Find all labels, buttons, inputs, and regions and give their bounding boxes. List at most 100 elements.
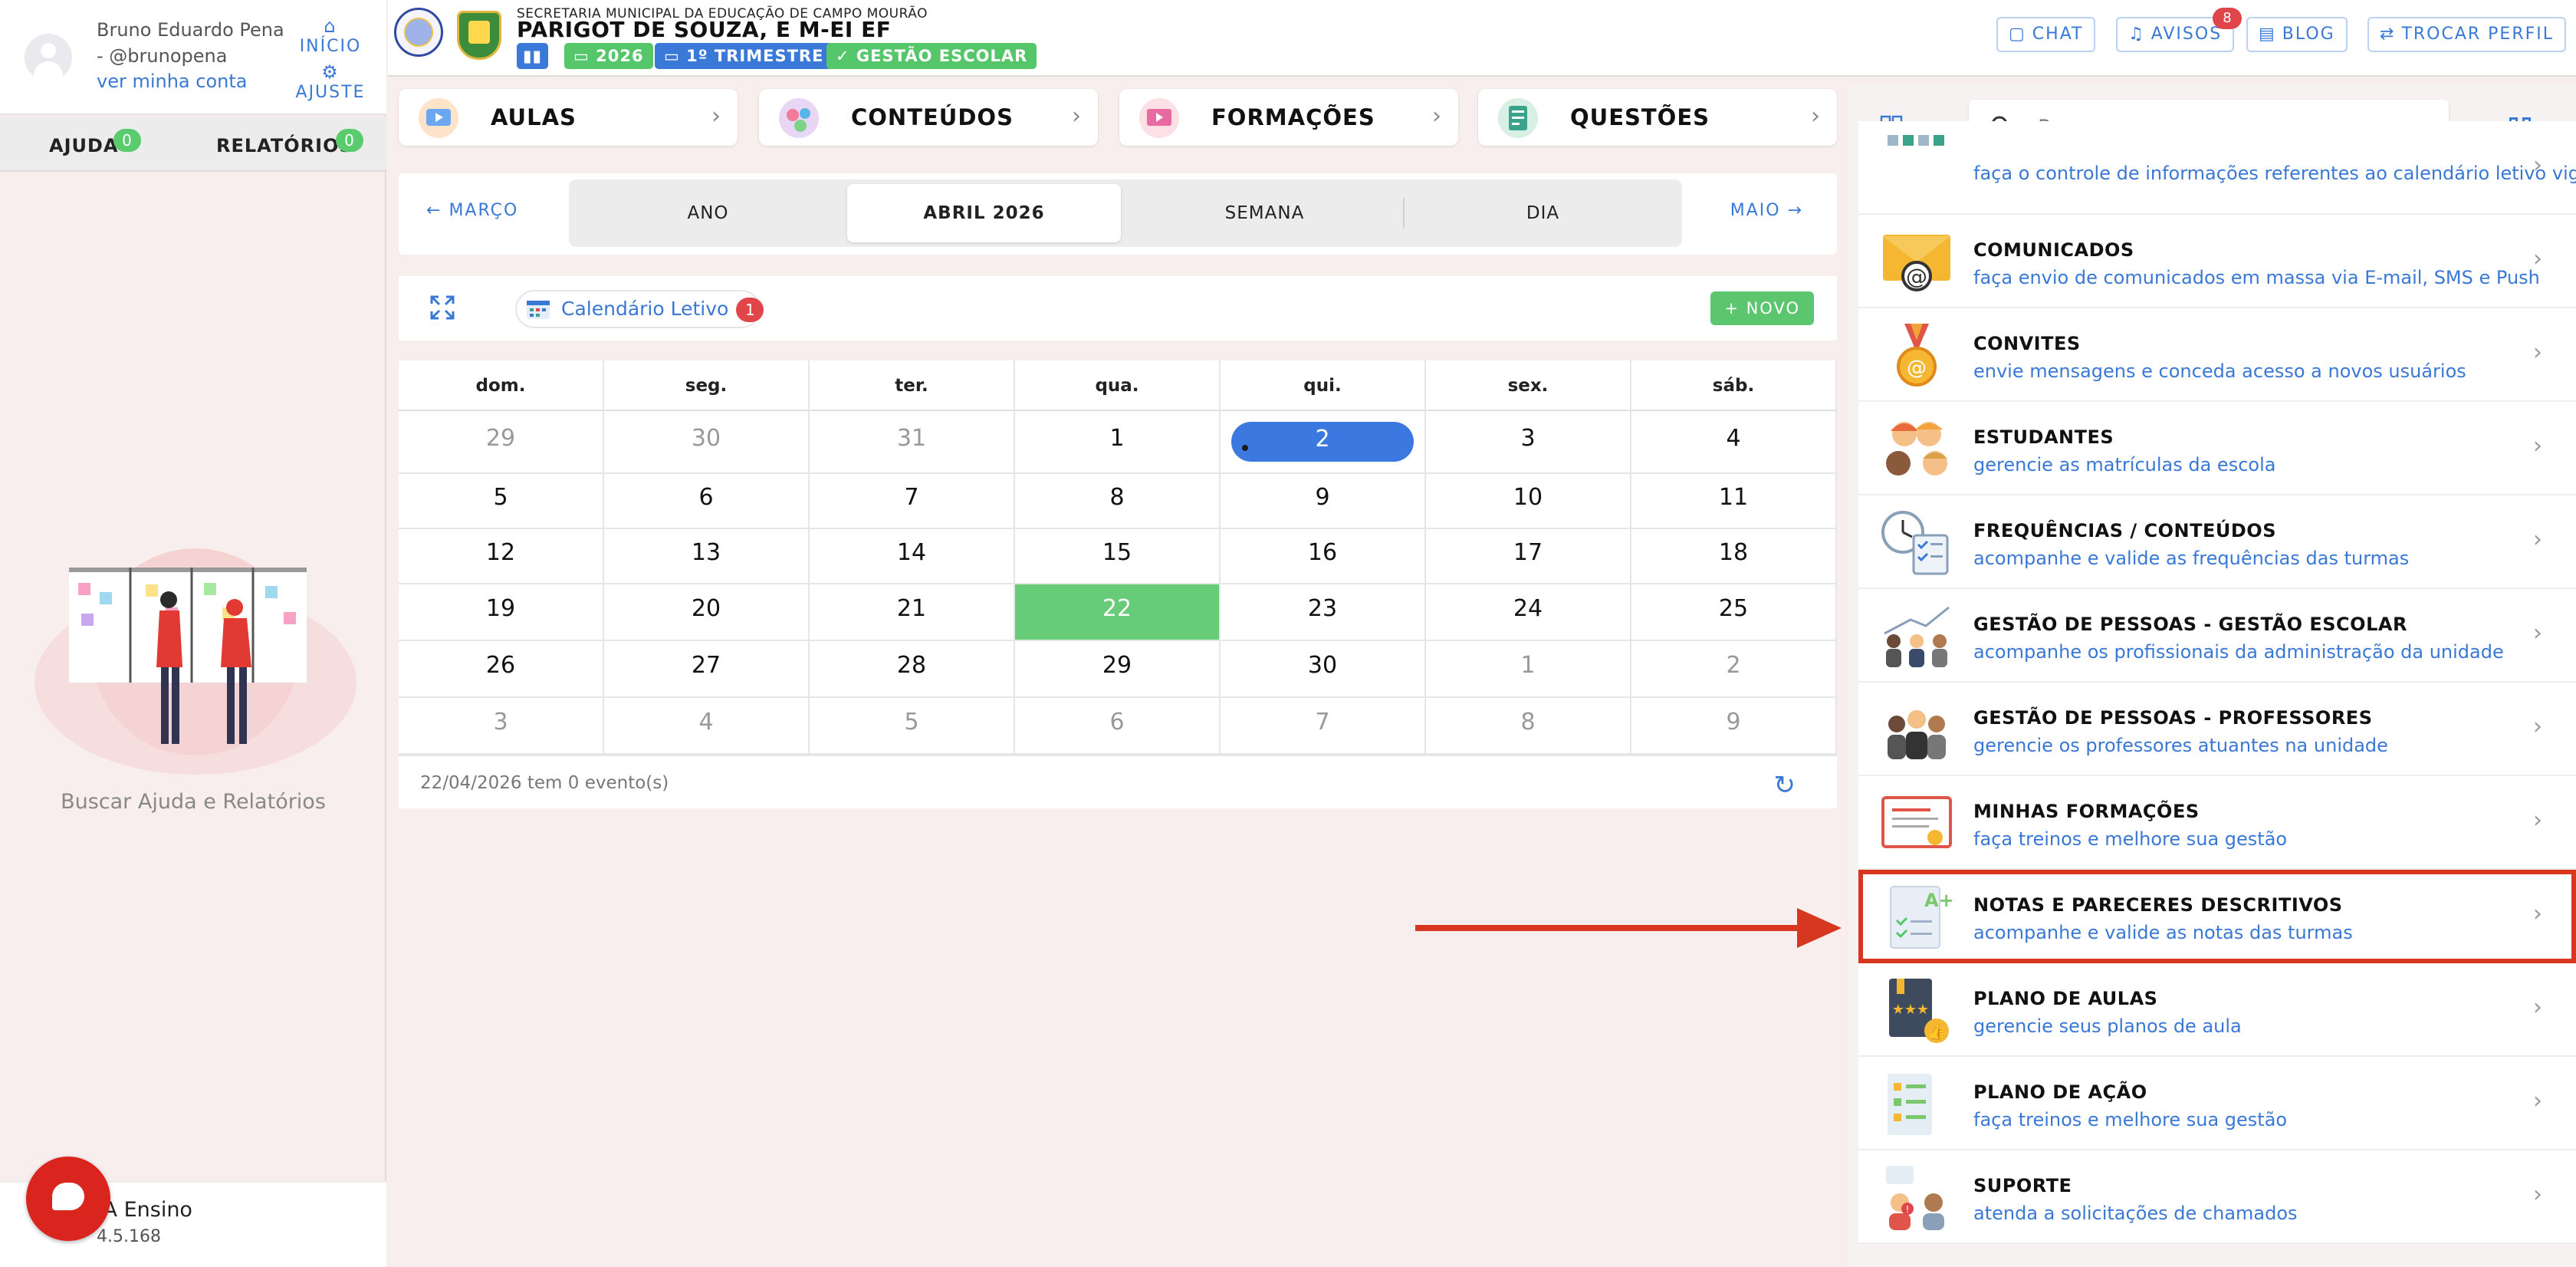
weekday-header: sex. (1426, 360, 1631, 411)
calendar-day[interactable]: 8 (1426, 698, 1631, 755)
module-description: faça o controle de informações referente… (1973, 163, 2576, 184)
tab-year[interactable]: ANO (569, 179, 847, 247)
quick-link-label: AULAS (491, 104, 577, 130)
module-item-suporte[interactable]: ! SUPORTE atenda a solicitações de chamado… (1858, 1150, 2576, 1244)
medal-icon: @ (1897, 324, 1937, 387)
refresh-icon[interactable]: ↻ (1774, 770, 1796, 801)
calendar-day[interactable]: 20 (604, 584, 810, 641)
module-item-estudantes[interactable]: ESTUDANTES gerencie as matrículas da esco… (1858, 402, 2576, 495)
quick-link-questoes[interactable]: QUESTÕES › (1478, 89, 1837, 146)
calendar-day[interactable]: 10 (1426, 474, 1631, 529)
tab-day[interactable]: DIA (1404, 179, 1682, 247)
tab-reports[interactable]: RELATÓRIOS 0 (216, 129, 363, 156)
calendar-day[interactable]: 29 (1015, 641, 1221, 698)
calendar-day[interactable]: 24 (1426, 584, 1631, 641)
calendar-day[interactable]: 19 (399, 584, 604, 641)
module-item-minhas-formacoes[interactable]: MINHAS FORMAÇÕES faça treinos e melhore s… (1858, 776, 2576, 870)
calendar-day[interactable]: 4 (1631, 411, 1837, 474)
module-title: CONVITES (1973, 333, 2081, 354)
calendar-day-selected[interactable]: 22 (1015, 584, 1221, 641)
tab-help[interactable]: AJUDA 0 (49, 129, 141, 156)
term-chip[interactable]: ▭ 1º TRIMESTRE (655, 43, 833, 69)
year-chip[interactable]: ▭ 2026 (564, 43, 653, 69)
calendar-day[interactable]: 17 (1426, 529, 1631, 584)
expand-icon[interactable] (429, 295, 455, 321)
module-item-plano-de-acao[interactable]: PLANO DE AÇÃO faça treinos e melhore sua … (1858, 1057, 2576, 1150)
chevron-right-icon: › (1072, 103, 1081, 130)
settings-button[interactable]: ⚙ AJUSTE (288, 63, 373, 102)
module-item-calendario[interactable]: faça o controle de informações referente… (1858, 121, 2576, 215)
calendar-day[interactable]: 7 (810, 474, 1015, 529)
calendar-day[interactable]: 9 (1631, 698, 1837, 755)
calendar-day[interactable]: 6 (1015, 698, 1221, 755)
calendar-day[interactable]: 14 (810, 529, 1015, 584)
calendar-day-today[interactable]: 2 (1221, 411, 1426, 474)
calendar-day[interactable]: 9 (1221, 474, 1426, 529)
calendar-day[interactable]: 12 (399, 529, 604, 584)
calendar-day[interactable]: 29 (399, 411, 604, 474)
module-item-comunicados[interactable]: @ COMUNICADOS faça envio de comunicados em… (1858, 215, 2576, 308)
account-link[interactable]: ver minha conta (97, 71, 247, 92)
module-item-notas-e-pareceres-descritivos[interactable]: A+ NOTAS E PARECERES DESCRITIVOS acompanhe… (1858, 870, 2576, 963)
module-item-convites[interactable]: @ CONVITES envie mensagens e conceda acess… (1858, 308, 2576, 402)
calendar-day[interactable]: 5 (399, 474, 604, 529)
switch-profile-button[interactable]: ⇄ TROCAR PERFIL (2367, 17, 2567, 52)
calendar-day[interactable]: 18 (1631, 529, 1837, 584)
tab-week[interactable]: SEMANA (1125, 179, 1404, 247)
calendar-day[interactable]: 21 (810, 584, 1015, 641)
blog-button[interactable]: ▤ BLOG (2246, 17, 2348, 52)
calendar-day[interactable]: 5 (810, 698, 1015, 755)
profile-chip[interactable]: ✓ GESTÃO ESCOLAR (826, 43, 1037, 69)
reports-count-badge: 0 (336, 129, 363, 152)
calendar-day[interactable]: 8 (1015, 474, 1221, 529)
calendar-day[interactable]: 30 (604, 411, 810, 474)
module-title: MINHAS FORMAÇÕES (1973, 801, 2200, 822)
calendar-day[interactable]: 13 (604, 529, 810, 584)
quick-link-conteudos[interactable]: CONTEÚDOS › (759, 89, 1098, 146)
calendar-day[interactable]: 28 (810, 641, 1015, 698)
calendar-day[interactable]: 23 (1221, 584, 1426, 641)
new-event-button[interactable]: + NOVO (1710, 291, 1814, 325)
avisos-button[interactable]: ♫ AVISOS 8 (2116, 8, 2242, 52)
chevron-right-icon: › (1432, 103, 1441, 130)
calendar-day[interactable]: 11 (1631, 474, 1837, 529)
module-item-gestao-de-pessoas-gestao-escolar[interactable]: GESTÃO DE PESSOAS - GESTÃO ESCOLAR acompa… (1858, 589, 2576, 683)
home-icon: ⌂ (324, 15, 337, 37)
calendar-filter-pill[interactable]: Calendário Letivo 1 (515, 290, 764, 328)
calendar-day[interactable]: 31 (810, 411, 1015, 474)
calendar-day[interactable]: 6 (604, 474, 810, 529)
calendar-day[interactable]: 3 (1426, 411, 1631, 474)
quick-link-aulas[interactable]: AULAS › (399, 89, 738, 146)
action-plan-icon (1888, 1074, 1932, 1135)
avatar[interactable] (25, 34, 72, 81)
calendar-day[interactable]: 1 (1015, 411, 1221, 474)
events-summary: 22/04/2026 tem 0 evento(s) (420, 773, 669, 793)
calendar-day[interactable]: 30 (1221, 641, 1426, 698)
calendar-day[interactable]: 1 (1426, 641, 1631, 698)
tab-month[interactable]: ABRIL 2026 (847, 184, 1121, 242)
module-item-gestao-de-pessoas-professores[interactable]: GESTÃO DE PESSOAS - PROFESSORES gerencie … (1858, 683, 2576, 776)
module-title: GESTÃO DE PESSOAS - PROFESSORES (1973, 707, 2373, 729)
calendar-day[interactable]: 2 (1631, 641, 1837, 698)
next-month-button[interactable]: MAIO → (1730, 201, 1803, 220)
calendar-day[interactable]: 4 (604, 698, 810, 755)
quick-link-formacoes[interactable]: FORMAÇÕES › (1119, 89, 1458, 146)
module-item-plano-de-aulas[interactable]: ★★★ 👍 PLANO DE AULAS gerencie seus planos d… (1858, 963, 2576, 1057)
stats-button[interactable]: ▮▮ (517, 43, 549, 69)
calendar-day[interactable]: 26 (399, 641, 604, 698)
calendar-day[interactable]: 25 (1631, 584, 1837, 641)
weekday-header: seg. (604, 360, 810, 411)
module-description: faça treinos e melhore sua gestão (1973, 828, 2288, 850)
calendar-day[interactable]: 15 (1015, 529, 1221, 584)
prev-month-button[interactable]: ← MARÇO (426, 201, 518, 220)
term-label: 1º TRIMESTRE (686, 47, 824, 65)
chat-button[interactable]: ▢ CHAT (1996, 17, 2096, 52)
calendar-day[interactable]: 3 (399, 698, 604, 755)
chat-bubble-button[interactable] (26, 1157, 110, 1241)
module-item-frequencias-conteudos[interactable]: FREQUÊNCIAS / CONTEÚDOS acompanhe e valid… (1858, 495, 2576, 589)
home-button[interactable]: ⌂ INÍCIO (288, 17, 373, 56)
lessons-icon (419, 98, 458, 138)
calendar-day[interactable]: 7 (1221, 698, 1426, 755)
calendar-day[interactable]: 27 (604, 641, 810, 698)
calendar-day[interactable]: 16 (1221, 529, 1426, 584)
